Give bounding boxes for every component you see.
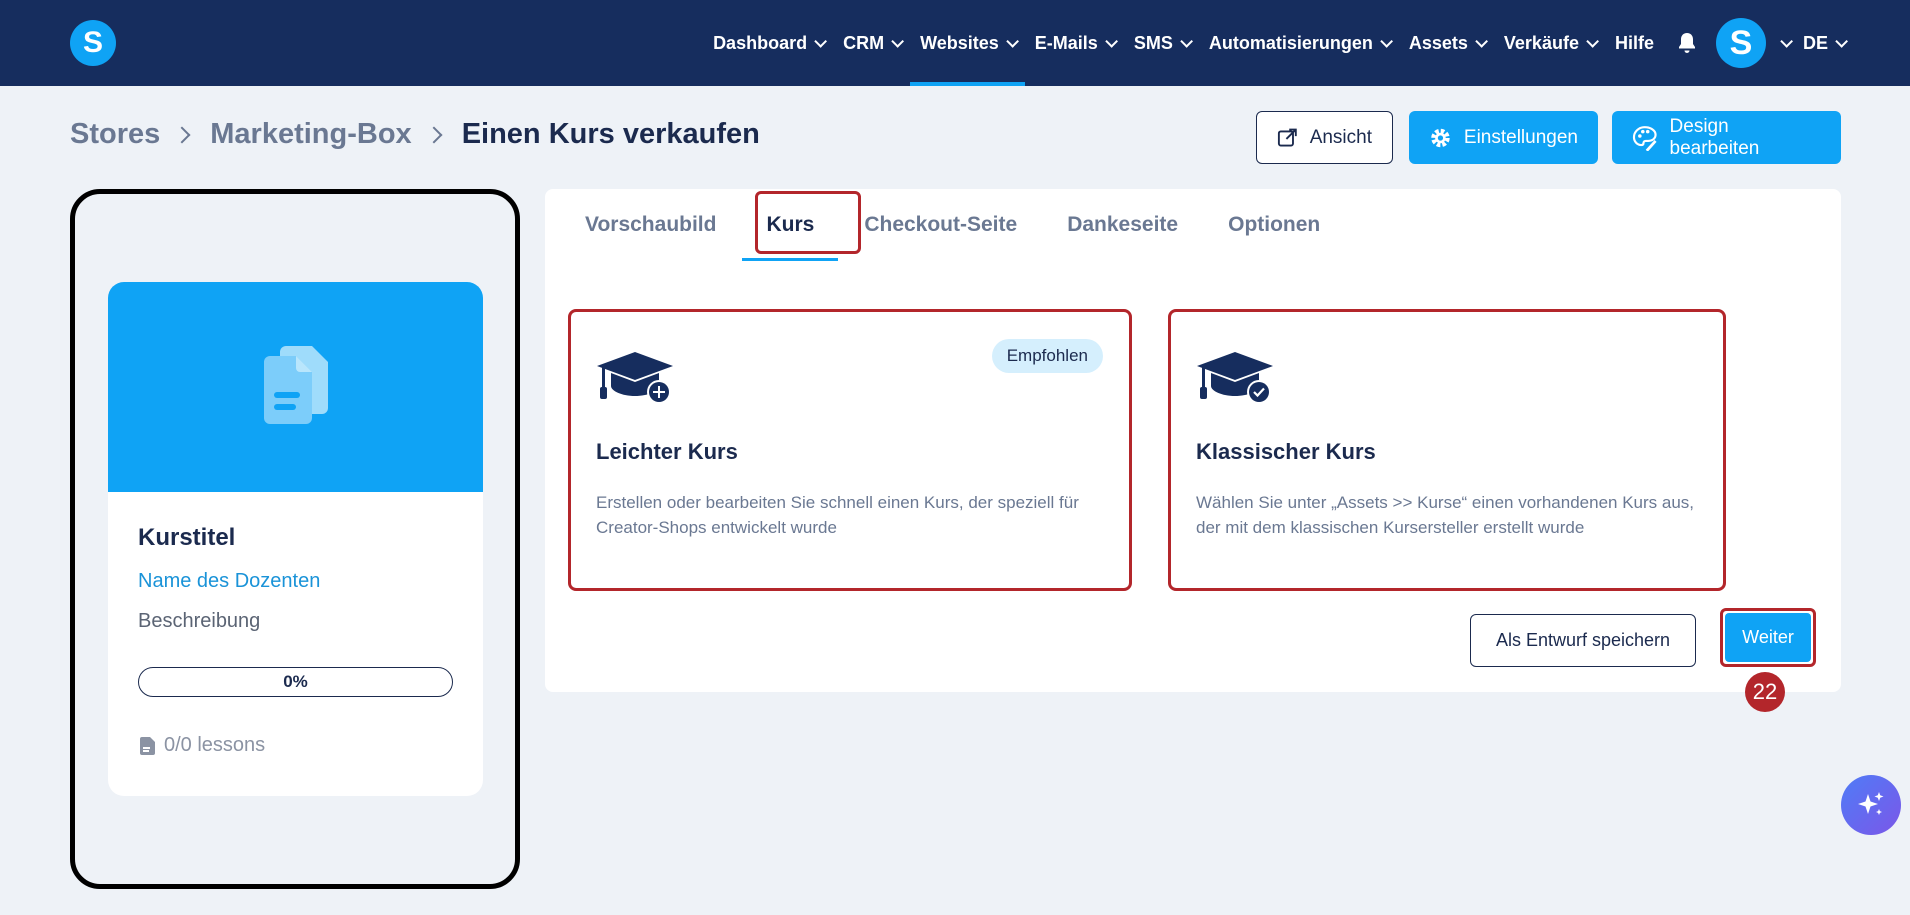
nav-item-label: Assets [1408, 32, 1468, 53]
document-icon [140, 736, 155, 755]
nav-item-hilfe[interactable]: Hilfe [1605, 0, 1664, 86]
graduation-cap-plus-icon [595, 350, 675, 415]
save-draft-button[interactable]: Als Entwurf speichern [1470, 614, 1696, 667]
course-teacher-name: Name des Dozenten [138, 570, 321, 592]
course-progress-bar: 0% [138, 667, 453, 697]
design-edit-button[interactable]: Design bearbeiten [1612, 111, 1841, 164]
recommended-badge: Empfohlen [991, 339, 1103, 373]
nav-item-crm[interactable]: CRM [833, 0, 910, 86]
app-logo[interactable]: S [70, 20, 116, 66]
option-card-easy-course[interactable]: Empfohlen Leichter Kurs Erstellen oder b… [568, 309, 1132, 591]
nav-item-label: CRM [843, 32, 885, 53]
nav-item-label: E-Mails [1034, 32, 1098, 53]
nav-menu: Dashboard CRM Websites E-Mails SMS Autom… [703, 0, 1848, 86]
tab-optionen[interactable]: Optionen [1228, 213, 1320, 261]
chevron-down-icon [1380, 34, 1393, 48]
external-link-icon [1277, 128, 1297, 146]
chevron-down-icon [1105, 34, 1118, 48]
language-label: DE [1802, 32, 1828, 53]
nav-item-emails[interactable]: E-Mails [1025, 0, 1124, 86]
nav-item-label: SMS [1133, 32, 1173, 53]
option-description: Erstellen oder bearbeiten Sie schnell ei… [596, 493, 1079, 537]
tab-highlight [755, 191, 861, 254]
sparkle-icon [1858, 792, 1884, 815]
graduation-cap-check-icon [1195, 350, 1275, 415]
chevron-down-icon [1586, 34, 1599, 48]
tab-checkout-seite[interactable]: Checkout-Seite [864, 213, 1017, 261]
chevron-down-icon [1835, 34, 1848, 48]
next-button[interactable]: Weiter [1725, 613, 1811, 662]
view-button[interactable]: Ansicht [1256, 111, 1393, 164]
tab-bar: Vorschaubild Kurs Checkout-Seite Dankese… [585, 189, 1370, 261]
course-preview-image [108, 282, 483, 492]
view-button-label: Ansicht [1309, 126, 1372, 148]
breadcrumb: Stores Marketing-Box Einen Kurs verkaufe… [70, 118, 760, 151]
chevron-right-icon [173, 126, 191, 143]
design-edit-button-label: Design bearbeiten [1669, 115, 1760, 159]
settings-button-label: Einstellungen [1463, 126, 1578, 148]
palette-icon [1632, 125, 1657, 151]
chevron-down-icon [1180, 34, 1193, 48]
chevron-down-icon [1475, 34, 1488, 48]
chevron-down-icon [814, 34, 828, 48]
nav-item-websites[interactable]: Websites [910, 0, 1025, 86]
lessons-label: 0/0 lessons [164, 734, 266, 756]
lessons-count: 0/0 lessons [138, 734, 265, 757]
chevron-right-icon [425, 126, 443, 143]
top-navigation: S Dashboard CRM Websites E-Mails SMS Aut… [0, 0, 1910, 86]
nav-item-label: Automatisierungen [1208, 32, 1373, 53]
chevron-down-icon [891, 34, 905, 48]
option-card-classic-course[interactable]: Klassischer Kurs Wählen Sie unter „Asset… [1168, 309, 1726, 591]
nav-item-label: Hilfe [1614, 32, 1654, 53]
language-selector[interactable]: DE [1802, 0, 1848, 86]
step-number-badge: 22 [1745, 672, 1785, 712]
nav-item-sms[interactable]: SMS [1124, 0, 1199, 86]
chevron-down-icon [1006, 34, 1019, 48]
nav-item-label: Websites [920, 32, 999, 53]
tab-dankeseite[interactable]: Dankeseite [1067, 213, 1178, 261]
ai-assistant-button[interactable] [1841, 775, 1901, 835]
breadcrumb-marketing-box[interactable]: Marketing-Box [210, 118, 411, 151]
nav-item-dashboard[interactable]: Dashboard [703, 0, 833, 86]
option-title: Leichter Kurs [596, 439, 738, 464]
nav-item-assets[interactable]: Assets [1399, 0, 1494, 86]
breadcrumb-stores[interactable]: Stores [70, 118, 160, 151]
nav-item-automatisierungen[interactable]: Automatisierungen [1199, 0, 1399, 86]
course-description: Beschreibung [138, 610, 261, 632]
bell-icon[interactable] [1676, 32, 1698, 54]
settings-button[interactable]: Einstellungen [1409, 111, 1598, 164]
progress-label: 0% [283, 672, 308, 691]
course-preview-card: Kurstitel Name des Dozenten Beschreibung… [108, 282, 483, 796]
tab-vorschaubild[interactable]: Vorschaubild [585, 213, 716, 261]
option-description: Wählen Sie unter „Assets >> Kurse“ einen… [1196, 493, 1695, 537]
documents-icon [263, 346, 328, 424]
option-title: Klassischer Kurs [1196, 439, 1376, 464]
page-title: Einen Kurs verkaufen [461, 118, 760, 150]
nav-item-label: Verkäufe [1503, 32, 1579, 53]
nav-item-verkaeufe[interactable]: Verkäufe [1494, 0, 1605, 86]
chevron-down-icon[interactable] [1780, 34, 1793, 48]
nav-item-label: Dashboard [713, 32, 808, 53]
user-avatar[interactable]: S [1715, 18, 1766, 68]
course-title: Kurstitel [138, 524, 236, 551]
gear-icon [1431, 128, 1450, 147]
